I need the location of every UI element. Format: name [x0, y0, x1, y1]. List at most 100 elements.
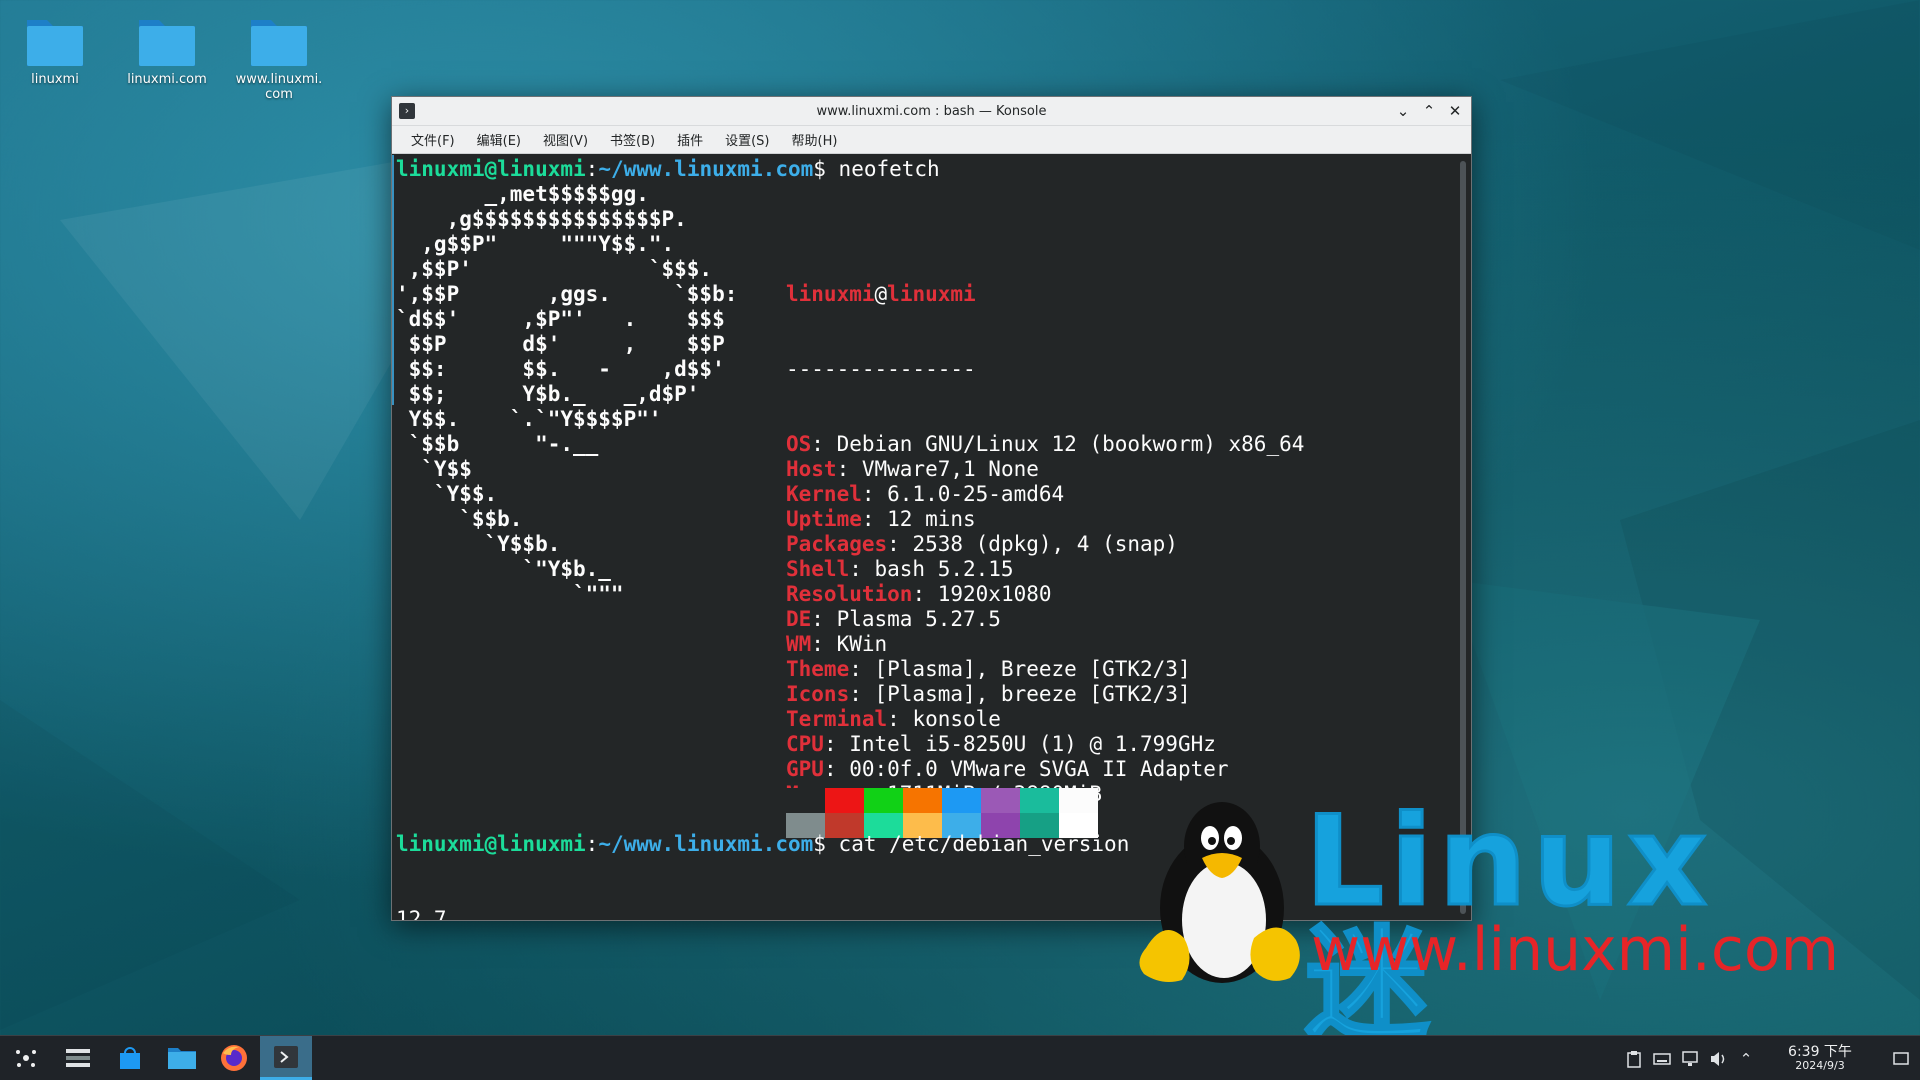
file-manager-button[interactable]	[156, 1036, 208, 1080]
info-value: : 6.1.0-25-amd64	[861, 482, 1065, 506]
file-manager-icon	[168, 1048, 196, 1069]
logo-line: $$P d$' , $$P	[396, 332, 725, 356]
info-key: Terminal	[786, 707, 888, 731]
info-value: : KWin	[811, 632, 888, 656]
info-key: Shell	[786, 557, 850, 581]
info-value: : Intel i5-8250U (1) @ 1.799GHz	[823, 732, 1216, 756]
desktop-icon-label: linuxmi	[31, 72, 79, 87]
menubar: 文件(F) 编辑(E) 视图(V) 书签(B) 插件 设置(S) 帮助(H)	[392, 126, 1471, 154]
folder-icon	[27, 20, 83, 66]
menu-plugins[interactable]: 插件	[668, 130, 712, 149]
clock-date: 2024/9/3	[1795, 1058, 1845, 1072]
info-key: CPU	[786, 732, 824, 756]
info-key: DE	[786, 607, 812, 631]
desktop-icon-label: linuxmi.com	[127, 72, 207, 87]
linuxmi-watermark: Linux迷 www.linuxmi.com	[1139, 790, 1839, 1050]
info-row: GPU: 00:0f.0 VMware SVGA II Adapter	[786, 757, 1304, 782]
logo-line: `d$$' ,$P"' . $$$	[396, 307, 725, 331]
network-icon[interactable]	[1676, 1036, 1704, 1080]
firefox-button[interactable]	[208, 1036, 260, 1080]
konsole-task-button[interactable]	[260, 1036, 312, 1080]
desktop-icon-linuxmi-com[interactable]: linuxmi.com	[112, 10, 222, 87]
app-launcher-icon	[16, 1050, 36, 1067]
logo-line: ,$$P' `$$$.	[396, 257, 713, 281]
terminal-history: linuxmi@linuxmi:~/www.linuxmi.com$ cat /…	[396, 782, 1129, 920]
info-value: : 1920x1080	[912, 582, 1052, 606]
info-value: : bash 5.2.15	[849, 557, 1014, 581]
neofetch-info: linuxmi@linuxmi --------------- OS: Debi…	[786, 232, 1304, 857]
info-row: OS: Debian GNU/Linux 12 (bookworm) x86_6…	[786, 432, 1304, 457]
pager-icon	[66, 1049, 90, 1067]
info-key: Kernel	[786, 482, 862, 506]
desktop-icon-www-linuxmi-com[interactable]: www.linuxmi.com	[224, 10, 334, 102]
info-row: Icons: [Plasma], breeze [GTK2/3]	[786, 682, 1304, 707]
titlebar[interactable]: › www.linuxmi.com : bash — Konsole ⌄ ⌃ ✕	[392, 97, 1471, 126]
menu-view[interactable]: 视图(V)	[534, 130, 597, 149]
show-desktop-icon	[1893, 1051, 1909, 1065]
debian-ascii-logo: _,met$$$$$gg. ,g$$$$$$$$$$$$$$$P. ,g$$P"…	[396, 182, 737, 607]
info-key: OS	[786, 432, 812, 456]
info-value: : konsole	[887, 707, 1001, 731]
menu-bookmarks[interactable]: 书签(B)	[601, 130, 664, 149]
logo-line: `Y$$	[396, 457, 472, 481]
menu-settings[interactable]: 设置(S)	[716, 130, 778, 149]
info-row: Kernel: 6.1.0-25-amd64	[786, 482, 1304, 507]
discover-button[interactable]	[104, 1036, 156, 1080]
info-value: : Plasma 5.27.5	[811, 607, 1001, 631]
tray-expander-icon[interactable]: ⌃	[1732, 1036, 1760, 1080]
info-value: : 2538 (dpkg), 4 (snap)	[887, 532, 1178, 556]
info-value: : [Plasma], Breeze [GTK2/3]	[849, 657, 1191, 681]
info-key: Theme	[786, 657, 850, 681]
maximize-icon[interactable]: ⌃	[1419, 100, 1439, 122]
clipboard-icon[interactable]	[1620, 1036, 1648, 1080]
info-key: Packages	[786, 532, 888, 556]
minimize-icon[interactable]: ⌄	[1393, 100, 1413, 122]
desktop-icon-linuxmi[interactable]: linuxmi	[0, 10, 110, 87]
menu-file[interactable]: 文件(F)	[402, 130, 464, 149]
info-key: Host	[786, 457, 837, 481]
info-row: Terminal: konsole	[786, 707, 1304, 732]
prompt-path: ~/www.linuxmi.com	[598, 157, 814, 181]
pager-button[interactable]	[52, 1036, 104, 1080]
clock-time: 6:39 下午	[1788, 1043, 1852, 1060]
info-value: : [Plasma], breeze [GTK2/3]	[849, 682, 1191, 706]
volume-icon[interactable]	[1704, 1036, 1732, 1080]
info-row: CPU: Intel i5-8250U (1) @ 1.799GHz	[786, 732, 1304, 757]
close-icon[interactable]: ✕	[1445, 100, 1465, 122]
command-cat: cat /etc/debian_version	[838, 832, 1130, 856]
info-key: Uptime	[786, 507, 862, 531]
info-row: Uptime: 12 mins	[786, 507, 1304, 532]
show-desktop-button[interactable]	[1882, 1036, 1920, 1080]
keyboard-icon[interactable]	[1648, 1036, 1676, 1080]
logo-line: $$: $$. - ,d$$'	[396, 357, 725, 381]
discover-icon	[120, 1047, 140, 1069]
info-key: GPU	[786, 757, 824, 781]
info-row: WM: KWin	[786, 632, 1304, 657]
logo-line: ,g$$$$$$$$$$$$$$$P.	[396, 207, 687, 231]
prompt-line-1: linuxmi@linuxmi:~/www.linuxmi.com$ neofe…	[396, 157, 940, 181]
firefox-icon	[221, 1045, 247, 1071]
info-header: linuxmi@linuxmi	[786, 282, 976, 306]
logo-line: `Y$$.	[396, 482, 498, 506]
prompt-user: linuxmi@linuxmi	[396, 832, 586, 856]
menu-help[interactable]: 帮助(H)	[783, 130, 847, 149]
konsole-app-icon[interactable]: ›	[399, 103, 415, 119]
menu-edit[interactable]: 编辑(E)	[468, 130, 530, 149]
info-row: DE: Plasma 5.27.5	[786, 607, 1304, 632]
digital-clock[interactable]: 6:39 下午 2024/9/3	[1768, 1045, 1872, 1073]
logo-line: `Y$$b.	[396, 532, 561, 556]
info-value: : 00:0f.0 VMware SVGA II Adapter	[823, 757, 1229, 781]
system-tray: ⌃ 6:39 下午 2024/9/3	[1620, 1036, 1920, 1080]
info-value: : Debian GNU/Linux 12 (bookworm) x86_64	[811, 432, 1305, 456]
logo-line: $$; Y$b._ _,d$P'	[396, 382, 700, 406]
app-launcher-button[interactable]	[0, 1036, 52, 1080]
info-value: : 12 mins	[861, 507, 976, 531]
watermark-url: www.linuxmi.com	[1311, 915, 1840, 985]
focus-accent	[392, 155, 394, 405]
logo-line: `"""	[396, 582, 624, 606]
info-key: Icons	[786, 682, 850, 706]
logo-line: `"Y$b._	[396, 557, 611, 581]
info-host: linuxmi	[887, 282, 976, 306]
info-key: Resolution	[786, 582, 913, 606]
logo-line: _,met$$$$$gg.	[396, 182, 649, 206]
